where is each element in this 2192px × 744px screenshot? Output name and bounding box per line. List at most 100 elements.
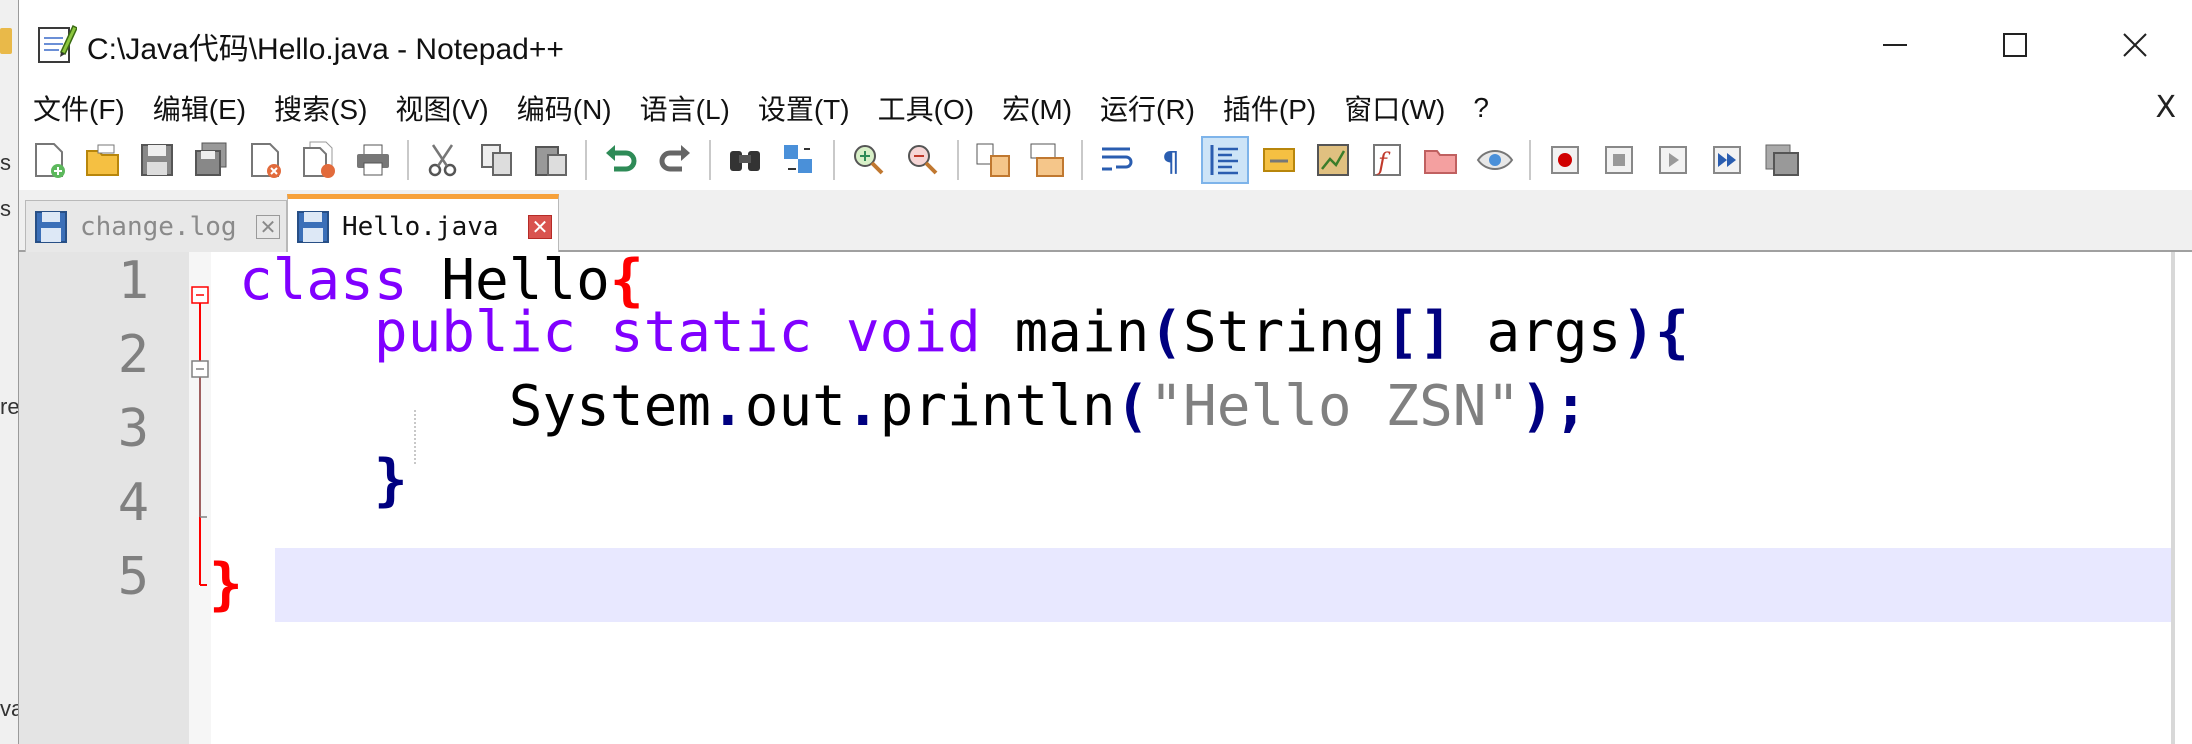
show-all-chars-button[interactable]: ¶ (1149, 138, 1193, 182)
function-list-button[interactable]: f (1365, 138, 1409, 182)
close-window-button[interactable] (2075, 0, 2192, 90)
save-all-button[interactable] (189, 138, 233, 182)
copy-button[interactable] (475, 138, 519, 182)
code-text-area[interactable]: class Hello{ public static void main(Str… (209, 248, 2171, 744)
cut-button[interactable] (421, 138, 465, 182)
save-macro-button[interactable] (1759, 138, 1803, 182)
record-macro-button[interactable] (1543, 138, 1587, 182)
notepadpp-app-icon (38, 24, 77, 63)
open-file-button[interactable] (81, 138, 125, 182)
function-list-icon: f (1373, 144, 1401, 176)
menu-search[interactable]: 搜索(S) (274, 88, 367, 128)
zoom-in-button[interactable] (847, 138, 891, 182)
operator-token: . (845, 374, 880, 439)
menu-view[interactable]: 视图(V) (395, 88, 488, 128)
identifier-token: String (1183, 300, 1386, 365)
redo-button[interactable] (653, 138, 697, 182)
play-macro-button[interactable] (1651, 138, 1695, 182)
find-button[interactable] (723, 138, 767, 182)
copy-icon (481, 144, 512, 176)
save-button[interactable] (135, 138, 179, 182)
sync-vertical-icon (976, 143, 1010, 177)
close-icon (2123, 33, 2147, 57)
eye-icon (1476, 150, 1514, 170)
menu-file[interactable]: 文件(F) (33, 88, 125, 128)
title-bar[interactable]: C:\Java代码\Hello.java - Notepad++ (19, 0, 2192, 90)
new-file-button[interactable] (27, 138, 71, 182)
save-icon (141, 144, 173, 176)
string-token: "Hello ZSN" (1149, 374, 1521, 439)
cut-icon (428, 144, 457, 177)
undo-button[interactable] (599, 138, 643, 182)
menu-bar: 文件(F) 编辑(E) 搜索(S) 视图(V) 编码(N) 语言(L) 设置(T… (19, 86, 2192, 130)
operator-token: ); (1520, 374, 1588, 439)
paste-button[interactable] (529, 138, 573, 182)
operator-token: ( (1115, 374, 1150, 439)
indent-guide-button[interactable] (1201, 136, 1249, 184)
code-line: } (239, 444, 2192, 518)
menu-run[interactable]: 运行(R) (1100, 88, 1195, 128)
code-line: } (209, 548, 2169, 622)
operator-token: ){ (1621, 300, 1689, 365)
zoom-out-icon (908, 145, 938, 175)
tab-close-button[interactable]: ✕ (256, 214, 280, 239)
toolbar-separator (407, 140, 409, 180)
monitoring-button[interactable] (1473, 138, 1517, 182)
replace-icon (784, 145, 812, 173)
menu-edit[interactable]: 编辑(E) (153, 88, 246, 128)
stop-macro-button[interactable] (1597, 138, 1641, 182)
sync-vertical-button[interactable] (971, 138, 1015, 182)
document-tab-bar: change.log ✕ Hello.java ✕ (19, 190, 2192, 254)
indent-guide-line (414, 410, 416, 464)
zoom-in-icon (854, 145, 884, 175)
user-defined-language-button[interactable] (1257, 138, 1301, 182)
close-file-button[interactable] (243, 138, 287, 182)
sync-horizontal-button[interactable] (1025, 138, 1069, 182)
code-editor[interactable]: 1 2 3 4 5 class Hello{ public static voi… (19, 248, 2175, 744)
word-wrap-button[interactable] (1095, 138, 1139, 182)
keyword-token: static (609, 300, 813, 365)
line-number: 3 (117, 399, 149, 459)
run-macro-multiple-button[interactable] (1705, 138, 1749, 182)
menu-settings[interactable]: 设置(T) (758, 88, 850, 128)
tab-close-button[interactable]: ✕ (528, 214, 552, 239)
menu-plugins[interactable]: 插件(P) (1223, 88, 1316, 128)
close-document-button[interactable]: X (2155, 90, 2176, 125)
menu-language[interactable]: 语言(L) (640, 88, 730, 128)
replace-button[interactable] (777, 138, 821, 182)
maximize-icon (2003, 33, 2027, 57)
menu-help[interactable]: ? (1473, 92, 1489, 124)
identifier-token: out (744, 374, 846, 439)
desktop-folder-icon (0, 28, 12, 54)
svg-text:¶: ¶ (1162, 145, 1180, 178)
document-map-button[interactable] (1311, 138, 1355, 182)
keyword-token: void (845, 300, 981, 365)
menu-window[interactable]: 窗口(W) (1344, 88, 1445, 128)
desktop-text-fragment: s (0, 196, 11, 221)
menu-macro[interactable]: 宏(M) (1002, 88, 1072, 128)
save-macro-icon (1765, 144, 1799, 176)
open-file-icon (86, 144, 119, 176)
print-button[interactable] (351, 138, 395, 182)
saved-file-icon (297, 210, 329, 243)
code-line: System.out.println("Hello ZSN"); (239, 370, 2192, 444)
minimize-button[interactable] (1835, 0, 1955, 90)
close-file-icon (251, 143, 281, 178)
window-title: C:\Java代码\Hello.java - Notepad++ (87, 33, 564, 66)
maximize-button[interactable] (1955, 0, 2075, 90)
toolbar-separator (1529, 140, 1531, 180)
menu-tools[interactable]: 工具(O) (878, 88, 974, 128)
identifier-token: println (879, 374, 1116, 439)
close-all-button[interactable] (297, 138, 341, 182)
zoom-out-button[interactable] (901, 138, 945, 182)
user-defined-language-icon (1263, 148, 1295, 172)
line-number: 4 (117, 473, 149, 533)
sync-horizontal-icon (1030, 143, 1064, 177)
menu-encoding[interactable]: 编码(N) (517, 88, 612, 128)
word-wrap-icon (1102, 147, 1133, 171)
folder-workspace-button[interactable] (1419, 138, 1463, 182)
document-map-icon (1317, 144, 1349, 176)
operator-token: . (711, 374, 745, 439)
